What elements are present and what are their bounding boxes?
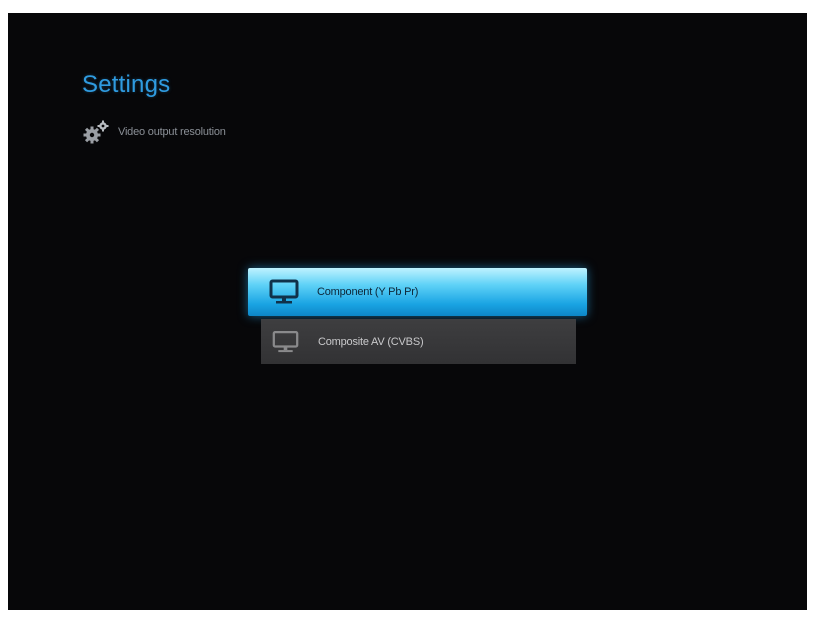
monitor-icon — [269, 279, 299, 304]
gears-icon — [83, 120, 109, 144]
tv-screen: Settings Video output resolution Compone… — [8, 13, 807, 610]
breadcrumb: Video output resolution — [82, 120, 226, 144]
page-title: Settings — [82, 71, 171, 98]
menu-item-label: Component (Y Pb Pr) — [317, 286, 419, 298]
monitor-icon — [272, 330, 299, 352]
menu-item-component[interactable]: Component (Y Pb Pr) — [248, 268, 587, 316]
menu-item-label: Composite AV (CVBS) — [318, 335, 424, 348]
menu-item-composite[interactable]: Composite AV (CVBS) — [261, 319, 576, 364]
breadcrumb-label: Video output resolution — [118, 126, 226, 138]
